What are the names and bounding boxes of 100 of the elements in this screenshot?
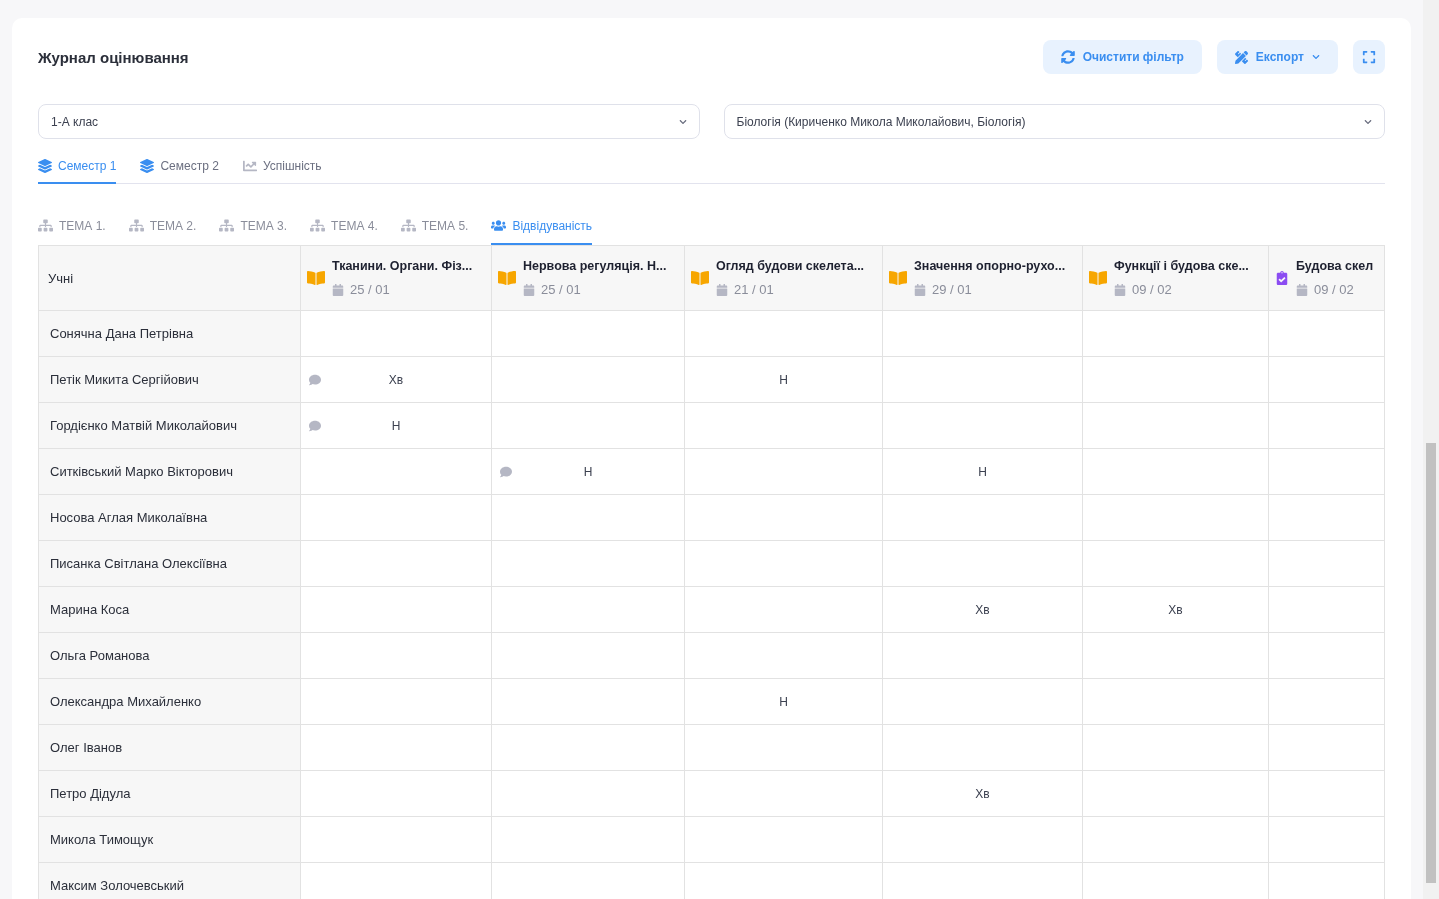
attendance-cell[interactable] — [1269, 403, 1385, 449]
line-chart-icon — [242, 159, 257, 173]
attendance-cell[interactable] — [1269, 357, 1385, 403]
attendance-cell[interactable] — [492, 771, 685, 817]
attendance-cell[interactable] — [492, 403, 685, 449]
attendance-cell[interactable] — [1083, 357, 1269, 403]
student-name: Максим Золочевський — [39, 863, 301, 899]
attendance-cell[interactable] — [883, 541, 1083, 587]
attendance-cell[interactable] — [1083, 679, 1269, 725]
attendance-cell[interactable] — [1083, 449, 1269, 495]
book-icon — [1089, 269, 1107, 287]
hierarchy-icon — [219, 218, 235, 233]
attendance-cell[interactable] — [685, 633, 883, 679]
attendance-cell[interactable]: Н — [301, 403, 492, 449]
attendance-cell[interactable] — [685, 449, 883, 495]
attendance-cell[interactable] — [492, 725, 685, 771]
select-field[interactable]: 1-А клас — [38, 104, 700, 139]
attendance-cell[interactable]: Хв — [301, 357, 492, 403]
calendar-icon — [332, 283, 344, 296]
attendance-cell[interactable]: Н — [492, 449, 685, 495]
column-header: Учні — [47, 270, 74, 286]
attendance-cell[interactable] — [685, 311, 883, 357]
attendance-cell[interactable] — [1083, 495, 1269, 541]
attendance-cell[interactable] — [1083, 771, 1269, 817]
attendance-cell[interactable] — [301, 633, 492, 679]
attendance-cell[interactable] — [883, 403, 1083, 449]
attendance-cell[interactable] — [301, 817, 492, 863]
attendance-cell[interactable] — [685, 587, 883, 633]
attendance-cell[interactable] — [883, 817, 1083, 863]
attendance-cell[interactable] — [685, 495, 883, 541]
lesson-title: Значення опорно-рухо... — [914, 259, 1066, 273]
attendance-cell[interactable] — [301, 311, 492, 357]
topic-tab[interactable]: ТЕМА 5. — [400, 218, 469, 245]
attendance-cell[interactable] — [883, 679, 1083, 725]
attendance-cell[interactable] — [492, 587, 685, 633]
attendance-cell[interactable]: Н — [883, 449, 1083, 495]
attendance-cell[interactable] — [1269, 725, 1385, 771]
attendance-cell[interactable] — [1083, 311, 1269, 357]
hierarchy-icon — [128, 218, 144, 233]
attendance-cell[interactable] — [685, 541, 883, 587]
attendance-cell[interactable] — [883, 633, 1083, 679]
scrollbar[interactable] — [1423, 0, 1439, 899]
attendance-cell[interactable] — [301, 449, 492, 495]
attendance-cell[interactable] — [1269, 541, 1385, 587]
student-name: Ольга Романова — [39, 633, 301, 679]
attendance-cell[interactable] — [685, 771, 883, 817]
attendance-cell[interactable] — [301, 587, 492, 633]
attendance-cell[interactable] — [883, 357, 1083, 403]
student-name: Марина Коса — [39, 587, 301, 633]
attendance-cell[interactable] — [492, 679, 685, 725]
semester-tab[interactable]: Семестр 2 — [140, 159, 219, 184]
attendance-cell[interactable] — [883, 495, 1083, 541]
attendance-cell[interactable] — [1269, 587, 1385, 633]
attendance-cell[interactable]: Хв — [883, 771, 1083, 817]
attendance-cell[interactable] — [1269, 679, 1385, 725]
attendance-cell[interactable] — [1083, 817, 1269, 863]
attendance-cell[interactable] — [301, 725, 492, 771]
attendance-cell[interactable] — [301, 771, 492, 817]
attendance-cell[interactable] — [1269, 311, 1385, 357]
attendance-cell[interactable] — [1269, 449, 1385, 495]
student-name: Олег Іванов — [39, 725, 301, 771]
semester-tab[interactable]: Успішність — [242, 159, 322, 184]
attendance-cell[interactable] — [1269, 817, 1385, 863]
attendance-cell[interactable] — [492, 495, 685, 541]
attendance-cell[interactable] — [1269, 495, 1385, 541]
attendance-cell[interactable] — [883, 725, 1083, 771]
attendance-cell[interactable] — [685, 817, 883, 863]
book-icon — [498, 269, 516, 287]
attendance-cell[interactable] — [1083, 633, 1269, 679]
attendance-cell[interactable] — [301, 541, 492, 587]
attendance-cell[interactable] — [1083, 403, 1269, 449]
attendance-cell[interactable] — [1083, 541, 1269, 587]
refresh-icon — [1060, 50, 1075, 64]
attendance-cell[interactable]: Хв — [1083, 587, 1269, 633]
attendance-cell[interactable] — [492, 633, 685, 679]
lesson-title: Тканини. Органи. Фіз... — [332, 259, 473, 273]
attendance-cell[interactable] — [1269, 771, 1385, 817]
attendance-cell[interactable] — [883, 311, 1083, 357]
select-field[interactable]: Біологія (Кириченко Микола Миколайович, Біологія) — [723, 104, 1385, 139]
attendance-cell[interactable]: Хв — [883, 587, 1083, 633]
attendance-cell[interactable] — [1083, 725, 1269, 771]
fullscreen-button[interactable] — [1353, 40, 1385, 74]
attendance-cell[interactable] — [492, 817, 685, 863]
calendar-icon — [716, 283, 728, 296]
attendance-cell[interactable] — [301, 679, 492, 725]
attendance-cell[interactable]: Н — [685, 679, 883, 725]
attendance-cell[interactable] — [1269, 633, 1385, 679]
lesson-date: 25 / 01 — [541, 282, 581, 297]
attendance-cell[interactable] — [492, 541, 685, 587]
attendance-cell[interactable] — [301, 495, 492, 541]
semester-tab[interactable]: Семестр 1 — [38, 159, 117, 184]
attendance-cell[interactable] — [685, 403, 883, 449]
attendance-cell[interactable] — [685, 725, 883, 771]
attendance-cell[interactable]: Н — [685, 357, 883, 403]
book-icon — [307, 269, 325, 287]
attendance-cell[interactable] — [492, 357, 685, 403]
student-name: Олександра Михайленко — [39, 679, 301, 725]
topic-tab[interactable]: ТЕМА 1. — [38, 218, 106, 245]
attendance-cell[interactable] — [492, 311, 685, 357]
chevron-down-icon — [678, 117, 687, 126]
